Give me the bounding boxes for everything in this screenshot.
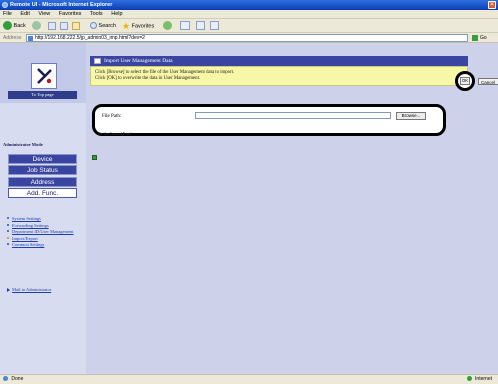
import-icon bbox=[94, 58, 101, 64]
search-button[interactable]: Search bbox=[90, 21, 116, 31]
go-button[interactable]: Go bbox=[472, 34, 494, 42]
refresh-button[interactable] bbox=[60, 22, 68, 30]
mail-to-admin-link[interactable]: Mail to Administrator bbox=[3, 287, 83, 292]
home-button[interactable] bbox=[72, 22, 80, 30]
main-panel: Import User Management Data Click [Brows… bbox=[86, 43, 498, 374]
device-logo bbox=[31, 63, 57, 89]
menu-view[interactable]: View bbox=[38, 11, 50, 17]
cancel-button[interactable]: Cancel bbox=[478, 78, 498, 85]
nav-address[interactable]: Address bbox=[8, 177, 77, 187]
internet-zone-icon bbox=[466, 376, 472, 382]
to-top-button[interactable]: To Top page bbox=[8, 91, 77, 99]
nav-add-func[interactable]: Add. Func. bbox=[8, 188, 77, 198]
status-left: Done bbox=[3, 375, 23, 384]
menu-file[interactable]: File bbox=[3, 11, 12, 17]
menu-bar: File Edit View Favorites Tools Help bbox=[0, 10, 498, 19]
arrow-right-icon bbox=[7, 287, 10, 292]
sub-item-forwarding-settings[interactable]: Forwarding Settings bbox=[3, 223, 83, 228]
nav-job-status[interactable]: Job Status bbox=[8, 165, 77, 175]
window-title: Remote UI - Microsoft Internet Explorer bbox=[10, 2, 113, 8]
file-path-input[interactable] bbox=[195, 112, 391, 119]
sub-menu: System Settings Forwarding Settings Depa… bbox=[3, 216, 83, 249]
stop-button[interactable] bbox=[48, 22, 56, 30]
forward-button[interactable] bbox=[32, 21, 41, 31]
browser-window: Remote UI - Microsoft Internet Explorer … bbox=[0, 0, 498, 384]
sub-item-department-id[interactable]: Department ID/User Management bbox=[3, 229, 83, 234]
instruction-line: Click [OK] to overwrite the data in User… bbox=[95, 76, 201, 81]
bullet-icon bbox=[7, 223, 9, 226]
history-button[interactable] bbox=[163, 21, 172, 31]
address-bar: Address http://192.168.222.5/jp_admin03_… bbox=[0, 33, 498, 43]
nav-device[interactable]: Device bbox=[8, 154, 77, 164]
bullet-icon bbox=[7, 243, 9, 245]
bullet-icon bbox=[7, 217, 9, 219]
status-right: Internet bbox=[466, 375, 492, 384]
page-content: To Top page Administrator Mode Device Jo… bbox=[0, 43, 498, 374]
device-logo-icon bbox=[37, 68, 52, 84]
menu-help[interactable]: Help bbox=[111, 11, 122, 17]
mode-label: Administrator Mode bbox=[3, 142, 43, 147]
file-path-panel: File Path: Browse... bbox=[92, 104, 446, 136]
bullet-icon bbox=[7, 236, 9, 239]
toolbar: Back Search ★ Favorites bbox=[0, 19, 498, 33]
mail-button[interactable] bbox=[180, 21, 190, 30]
control-panel-note: for the Control Panel. bbox=[98, 131, 133, 136]
close-button[interactable]: × bbox=[488, 1, 496, 9]
print-button[interactable] bbox=[196, 21, 205, 30]
page-done-icon bbox=[3, 376, 8, 382]
address-label: Address bbox=[3, 35, 22, 41]
ie-icon bbox=[2, 2, 8, 8]
page-icon bbox=[28, 36, 33, 41]
instructions-box: Click [Browse] to select the file of the… bbox=[90, 66, 468, 86]
sub-item-common-settings[interactable]: Common Settings bbox=[3, 242, 83, 247]
back-button[interactable]: Back bbox=[3, 21, 26, 31]
menu-favorites[interactable]: Favorites bbox=[59, 11, 82, 17]
sub-item-system-settings[interactable]: System Settings bbox=[3, 216, 83, 221]
title-bar: Remote UI - Microsoft Internet Explorer … bbox=[0, 0, 498, 10]
status-bar: Done Internet bbox=[0, 374, 498, 384]
forward-arrow-icon bbox=[32, 21, 41, 31]
search-icon bbox=[90, 22, 97, 30]
history-icon bbox=[163, 21, 172, 31]
sub-item-import-export[interactable]: Import/Export bbox=[3, 236, 83, 241]
page-header: Import User Management Data bbox=[90, 56, 468, 66]
page-icon-small bbox=[92, 155, 97, 160]
bullet-icon bbox=[7, 230, 9, 232]
star-icon: ★ bbox=[122, 21, 131, 31]
menu-edit[interactable]: Edit bbox=[20, 11, 29, 17]
browse-button[interactable]: Browse... bbox=[396, 112, 426, 120]
ok-button[interactable]: OK bbox=[460, 77, 470, 85]
edit-button[interactable] bbox=[210, 21, 219, 30]
go-arrow-icon bbox=[472, 34, 478, 41]
favorites-button[interactable]: ★ Favorites bbox=[122, 21, 154, 31]
file-path-label: File Path: bbox=[102, 114, 122, 119]
address-input[interactable]: http://192.168.222.5/jp_admin03_imp.html… bbox=[26, 34, 468, 42]
page-title: Import User Management Data bbox=[104, 58, 173, 64]
menu-tools[interactable]: Tools bbox=[90, 11, 103, 17]
back-arrow-icon bbox=[3, 21, 12, 31]
sidebar: To Top page Administrator Mode Device Jo… bbox=[0, 43, 86, 374]
